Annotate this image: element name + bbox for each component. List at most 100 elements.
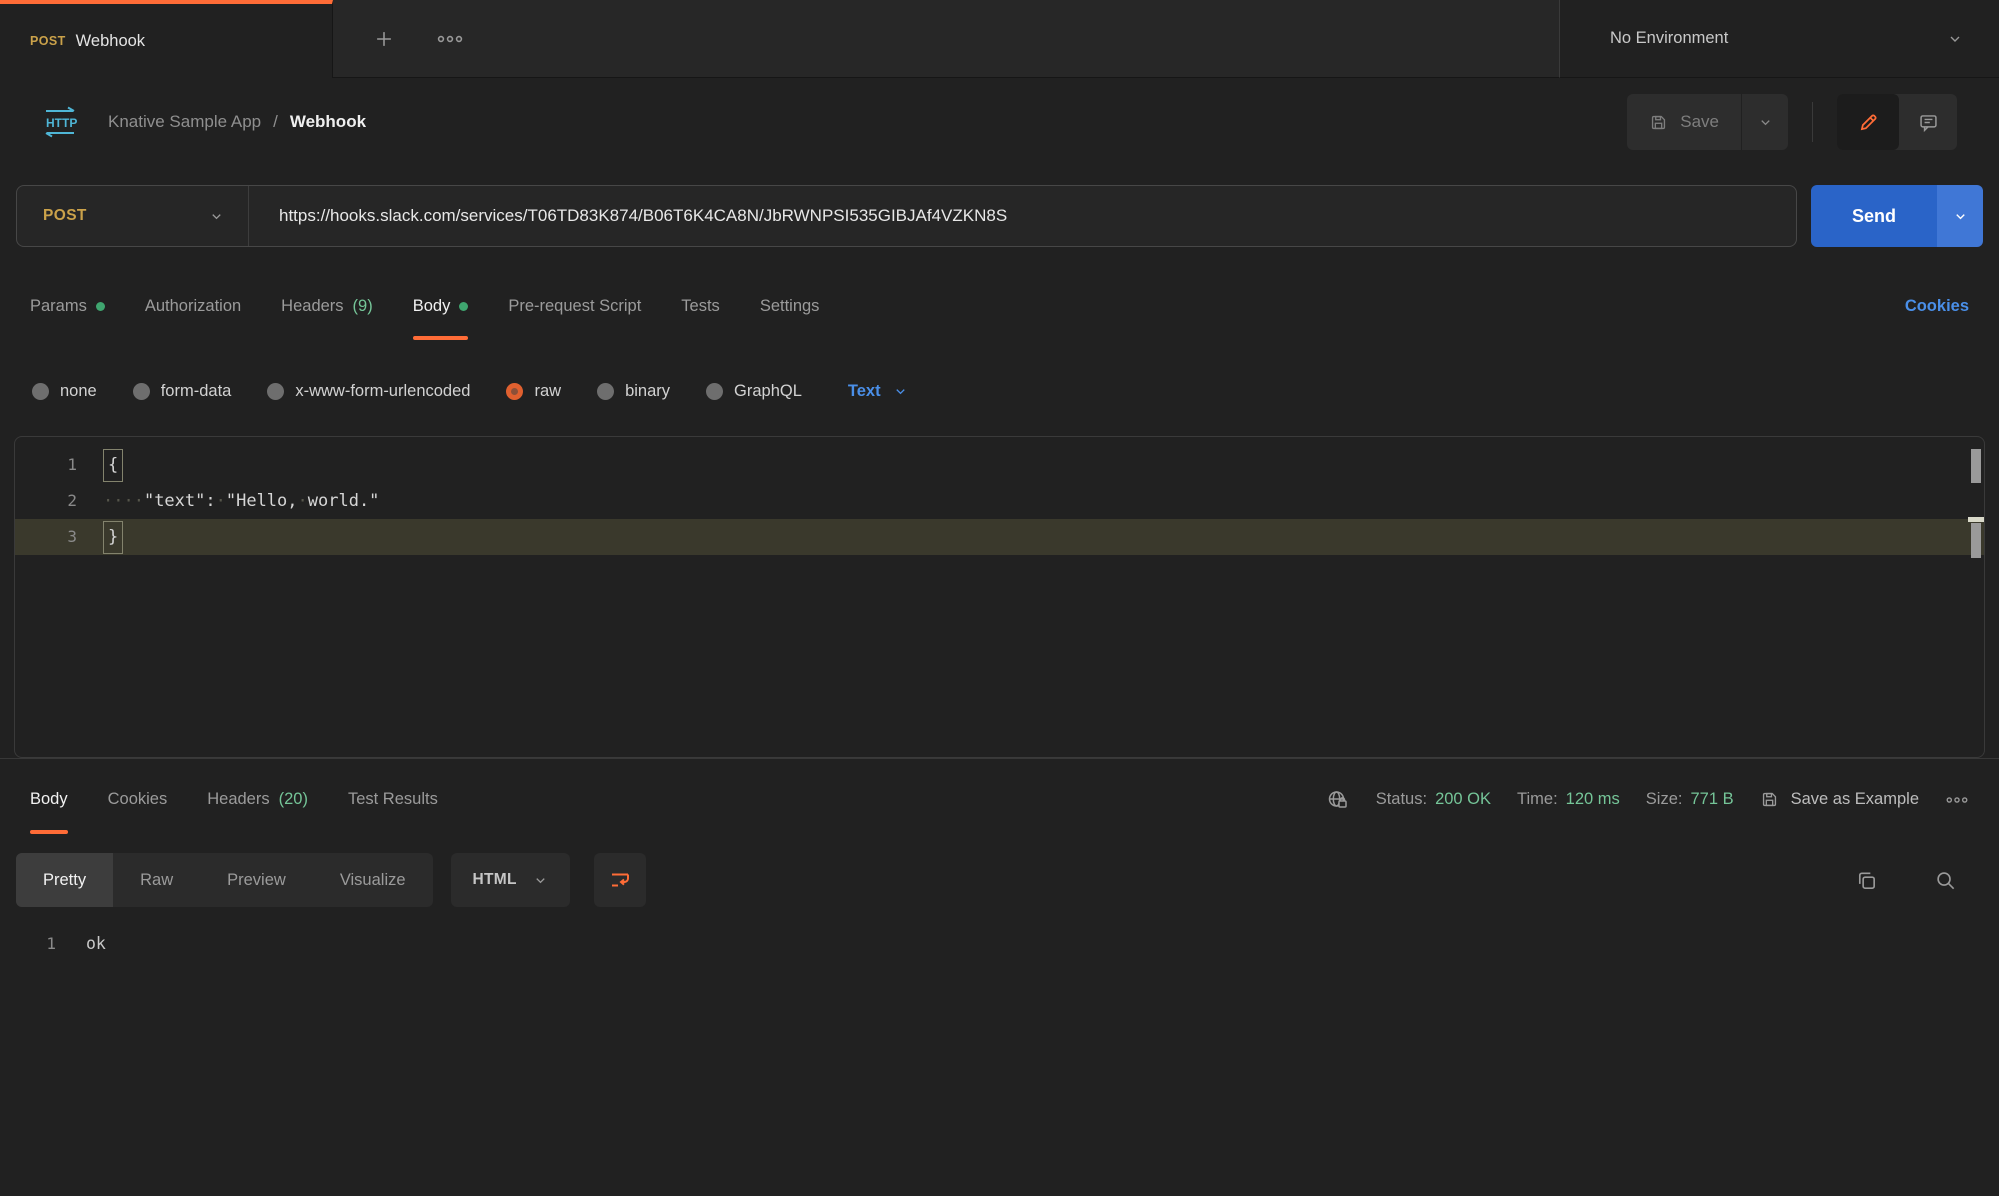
tab-options-button[interactable] bbox=[437, 32, 463, 46]
save-icon bbox=[1649, 113, 1668, 132]
mode-panel bbox=[1837, 94, 1957, 150]
body-type-graphql[interactable]: GraphQL bbox=[706, 382, 802, 401]
current-line-mark bbox=[1968, 517, 1984, 522]
tab-authorization[interactable]: Authorization bbox=[145, 266, 241, 346]
response-body-text: ok bbox=[86, 934, 106, 953]
tab-params-label: Params bbox=[30, 297, 87, 316]
view-pretty-button[interactable]: Pretty bbox=[16, 853, 113, 907]
plus-icon bbox=[373, 28, 395, 50]
editor-scrollbar[interactable] bbox=[1968, 437, 1984, 757]
cookies-link[interactable]: Cookies bbox=[1905, 297, 1969, 316]
wrap-text-icon bbox=[608, 868, 632, 892]
raw-language-dropdown[interactable]: Text bbox=[848, 382, 908, 401]
line-number: 3 bbox=[15, 519, 103, 555]
method-label: POST bbox=[43, 207, 209, 225]
send-button-group: Send bbox=[1811, 185, 1983, 247]
json-value-token: "Hello, bbox=[226, 491, 298, 511]
edit-mode-button[interactable] bbox=[1837, 94, 1899, 150]
body-type-raw-label: raw bbox=[534, 382, 561, 401]
save-options-button[interactable] bbox=[1742, 94, 1788, 150]
time-value: 120 ms bbox=[1566, 790, 1620, 809]
response-tab-body[interactable]: Body bbox=[30, 759, 68, 840]
request-tab-active[interactable]: POST Webhook bbox=[0, 0, 333, 78]
header-actions: Save bbox=[1627, 94, 1957, 150]
breadcrumb-request-name[interactable]: Webhook bbox=[290, 112, 366, 132]
save-as-example-button[interactable]: Save as Example bbox=[1760, 790, 1919, 809]
response-body-viewer[interactable]: 1 ok bbox=[0, 920, 1999, 953]
response-tab-cookies[interactable]: Cookies bbox=[108, 759, 168, 840]
tab-headers[interactable]: Headers (9) bbox=[281, 266, 373, 346]
url-row: POST https://hooks.slack.com/services/T0… bbox=[0, 166, 1999, 266]
top-tab-strip: POST Webhook No Environment bbox=[0, 0, 1999, 78]
body-type-urlencoded[interactable]: x-www-form-urlencoded bbox=[267, 382, 470, 401]
body-type-form-data[interactable]: form-data bbox=[133, 382, 232, 401]
url-bar: POST https://hooks.slack.com/services/T0… bbox=[16, 185, 1797, 247]
status-label: Status: bbox=[1376, 790, 1427, 809]
comments-button[interactable] bbox=[1899, 112, 1957, 133]
search-icon bbox=[1934, 869, 1957, 892]
method-dropdown[interactable]: POST bbox=[17, 186, 249, 246]
response-header: Body Cookies Headers (20) Test Results S… bbox=[0, 758, 1999, 840]
tab-settings[interactable]: Settings bbox=[760, 266, 820, 346]
response-tab-test-results[interactable]: Test Results bbox=[348, 759, 438, 840]
tab-strip-area bbox=[333, 0, 1559, 78]
tab-prerequest-script[interactable]: Pre-request Script bbox=[508, 266, 641, 346]
search-response-button[interactable] bbox=[1934, 869, 1957, 892]
comment-icon bbox=[1918, 112, 1939, 133]
save-button[interactable]: Save bbox=[1627, 94, 1742, 150]
body-type-binary[interactable]: binary bbox=[597, 382, 670, 401]
new-tab-button[interactable] bbox=[373, 28, 395, 50]
body-type-raw[interactable]: raw bbox=[506, 382, 561, 401]
response-line-number: 1 bbox=[0, 934, 86, 953]
copy-icon bbox=[1855, 869, 1878, 892]
chevron-down-icon bbox=[209, 209, 224, 224]
view-visualize-button[interactable]: Visualize bbox=[313, 853, 433, 907]
response-options-button[interactable] bbox=[1945, 794, 1969, 806]
response-tab-headers-label: Headers bbox=[207, 790, 269, 809]
editor-line-1[interactable]: 1 { bbox=[15, 447, 1984, 483]
network-info-button[interactable] bbox=[1326, 788, 1350, 812]
body-type-urlencoded-label: x-www-form-urlencoded bbox=[295, 382, 470, 401]
response-tab-headers[interactable]: Headers (20) bbox=[207, 759, 308, 840]
indent-whitespace: ···· bbox=[103, 491, 144, 511]
size-value: 771 B bbox=[1690, 790, 1733, 809]
size-label: Size: bbox=[1646, 790, 1683, 809]
line-number: 1 bbox=[15, 447, 103, 483]
body-type-binary-label: binary bbox=[625, 382, 670, 401]
copy-response-button[interactable] bbox=[1855, 869, 1878, 892]
tab-params[interactable]: Params bbox=[30, 266, 105, 346]
tab-prerequest-label: Pre-request Script bbox=[508, 297, 641, 316]
raw-language-label: Text bbox=[848, 382, 881, 401]
globe-lock-icon bbox=[1326, 788, 1350, 812]
editor-line-2[interactable]: 2 ····"text":·"Hello,·world." bbox=[15, 483, 1984, 519]
tab-body[interactable]: Body bbox=[413, 266, 469, 346]
editor-line-3-current[interactable]: 3 } bbox=[15, 519, 1984, 555]
tab-body-label: Body bbox=[413, 297, 451, 316]
breadcrumb-collection[interactable]: Knative Sample App bbox=[108, 112, 261, 132]
view-raw-button[interactable]: Raw bbox=[113, 853, 200, 907]
response-format-dropdown[interactable]: HTML bbox=[451, 853, 570, 907]
chevron-down-icon bbox=[1758, 115, 1773, 130]
close-brace-token: } bbox=[103, 521, 123, 554]
scrollbar-thumb[interactable] bbox=[1971, 449, 1981, 483]
response-headers-count-badge: (20) bbox=[279, 790, 308, 809]
wrap-lines-button[interactable] bbox=[594, 853, 646, 907]
send-button[interactable]: Send bbox=[1811, 185, 1937, 247]
scrollbar-thumb[interactable] bbox=[1971, 523, 1981, 558]
tab-tests[interactable]: Tests bbox=[681, 266, 720, 346]
body-type-none[interactable]: none bbox=[32, 382, 97, 401]
view-preview-button[interactable]: Preview bbox=[200, 853, 313, 907]
response-tab-body-label: Body bbox=[30, 790, 68, 809]
code-text: ····"text":·"Hello,·world." bbox=[103, 483, 379, 519]
body-type-none-label: none bbox=[60, 382, 97, 401]
send-options-button[interactable] bbox=[1937, 185, 1983, 247]
url-input[interactable]: https://hooks.slack.com/services/T06TD83… bbox=[249, 206, 1007, 226]
headers-count-badge: (9) bbox=[353, 297, 373, 316]
request-body-editor[interactable]: 1 { 2 ····"text":·"Hello,·world." 3 } bbox=[14, 436, 1985, 758]
radio-icon bbox=[32, 383, 49, 400]
response-body-actions bbox=[1855, 869, 1983, 892]
radio-icon bbox=[133, 383, 150, 400]
chevron-down-icon bbox=[893, 384, 908, 399]
environment-selector[interactable]: No Environment bbox=[1559, 0, 1999, 78]
radio-icon bbox=[706, 383, 723, 400]
